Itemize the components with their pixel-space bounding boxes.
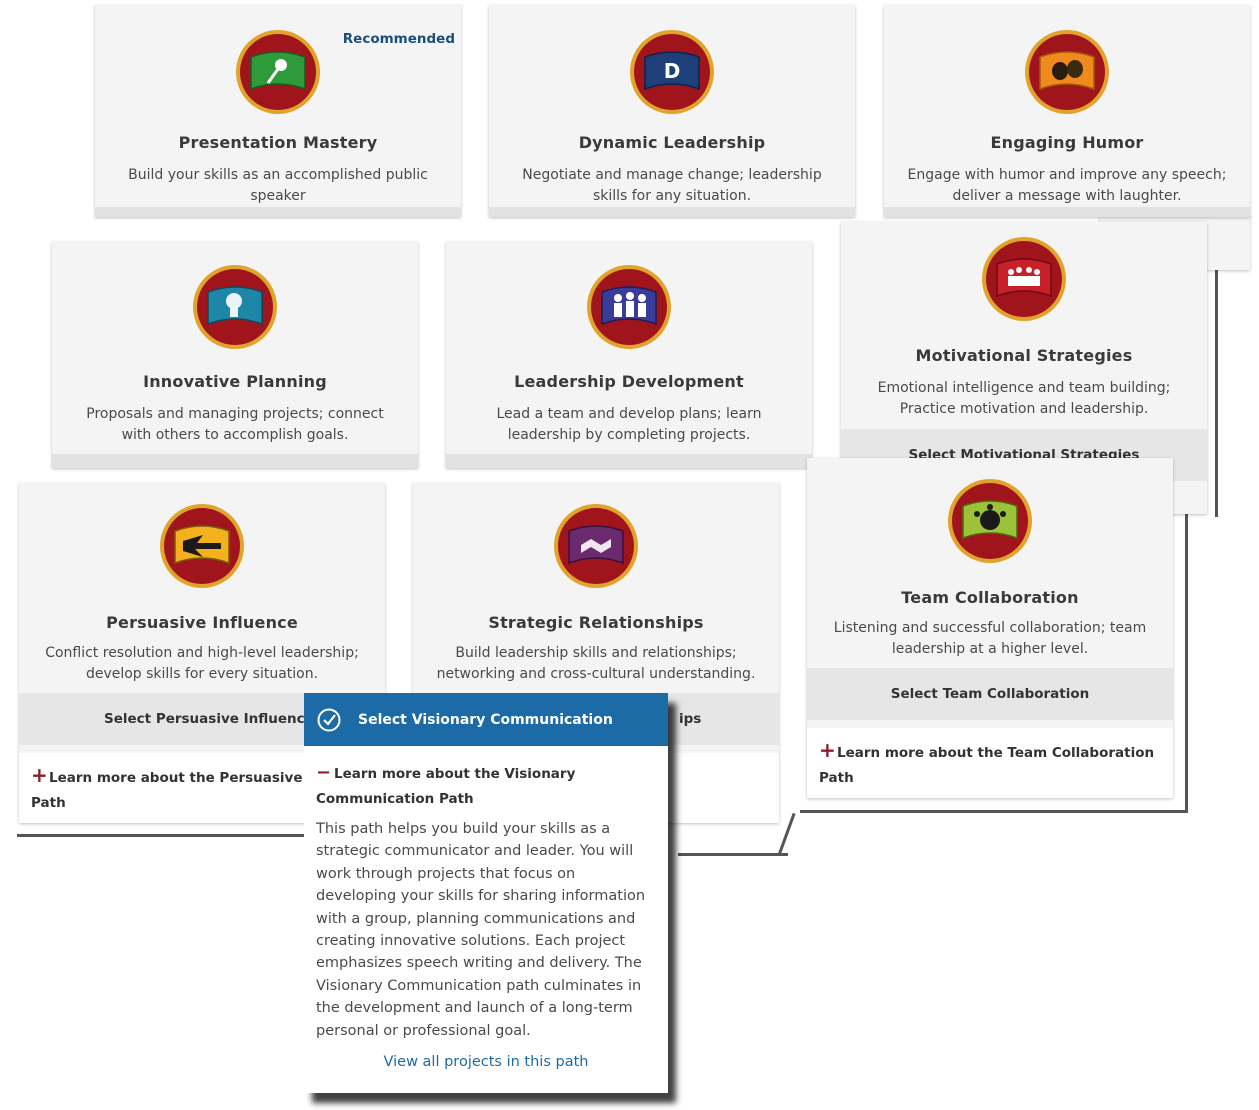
path-description: Listening and successful collaboration; … <box>833 620 1147 657</box>
group-flag-icon <box>982 237 1066 321</box>
path-description: Lead a team and develop plans; learn lea… <box>496 406 762 443</box>
path-title: Strategic Relationships <box>488 613 704 632</box>
path-card-presentation-mastery[interactable]: Recommended Presentation Mastery Build y… <box>95 5 461 217</box>
path-title: Innovative Planning <box>143 372 327 391</box>
path-description: Engage with humor and improve any speech… <box>907 167 1227 204</box>
lightbulb-flag-icon <box>193 265 277 349</box>
path-title: Presentation Mastery <box>178 133 378 152</box>
path-description: Negotiate and manage change; leadership … <box>522 167 822 204</box>
stack-shadow <box>678 853 788 856</box>
stack-shadow <box>777 812 796 857</box>
stack-shadow <box>17 834 307 837</box>
path-title: Team Collaboration <box>901 588 1079 607</box>
microphone-flag-icon <box>236 30 320 114</box>
path-description: Build leadership skills and relationship… <box>436 645 756 682</box>
card-footer <box>884 207 1250 217</box>
path-title: Motivational Strategies <box>915 346 1133 365</box>
team-circle-flag-icon <box>948 479 1032 563</box>
check-circle-icon <box>317 708 341 731</box>
minus-icon: − <box>316 762 332 783</box>
path-description: Build your skills as an accomplished pub… <box>128 167 428 204</box>
d-logo-flag-icon: D <box>630 30 714 114</box>
path-title: Leadership Development <box>514 372 744 391</box>
directional-flag-icon <box>160 504 244 588</box>
card-footer <box>95 207 461 217</box>
svg-text:D: D <box>664 59 681 83</box>
card-footer <box>446 454 812 468</box>
path-description: Conflict resolution and high-level leade… <box>45 645 359 682</box>
path-card-innovative-planning[interactable]: Innovative Planning Proposals and managi… <box>52 242 418 468</box>
learn-more-visionary-communication[interactable]: − Learn more about the Visionary Communic… <box>304 746 668 812</box>
card-footer <box>489 207 855 217</box>
path-title: Persuasive Influence <box>106 613 298 632</box>
card-footer <box>52 454 418 468</box>
plus-icon: + <box>31 763 48 787</box>
path-card-leadership-development[interactable]: Leadership Development Lead a team and d… <box>446 242 812 468</box>
path-description: Proposals and managing projects; connect… <box>86 406 384 443</box>
path-card-engaging-humor[interactable]: Engaging Humor Engage with humor and imp… <box>884 5 1250 217</box>
select-visionary-communication-button[interactable]: Select Visionary Communication <box>304 693 668 746</box>
plus-icon: + <box>819 738 836 762</box>
path-details-text: This path helps you build your skills as… <box>316 821 646 1039</box>
learn-more-team-collaboration[interactable]: +Learn more about the Team Collaboration… <box>807 728 1173 798</box>
handshake-flag-icon <box>554 504 638 588</box>
path-card-dynamic-leadership[interactable]: D Dynamic Leadership Negotiate and manag… <box>489 5 855 217</box>
visionary-communication-panel: Select Visionary Communication − Learn mo… <box>304 693 668 1093</box>
path-title: Dynamic Leadership <box>578 133 766 152</box>
select-team-collaboration-button[interactable]: Select Team Collaboration <box>807 668 1173 720</box>
path-title: Engaging Humor <box>990 133 1144 152</box>
path-description: Emotional intelligence and team building… <box>877 380 1171 417</box>
stack-shadow <box>800 810 1188 813</box>
path-card-team-collaboration[interactable]: Team Collaboration Listening and success… <box>807 458 1173 798</box>
people-flag-icon <box>587 265 671 349</box>
view-all-projects-link[interactable]: View all projects in this path <box>304 1054 668 1070</box>
recommended-badge: Recommended <box>342 31 455 47</box>
theater-masks-flag-icon <box>1025 30 1109 114</box>
